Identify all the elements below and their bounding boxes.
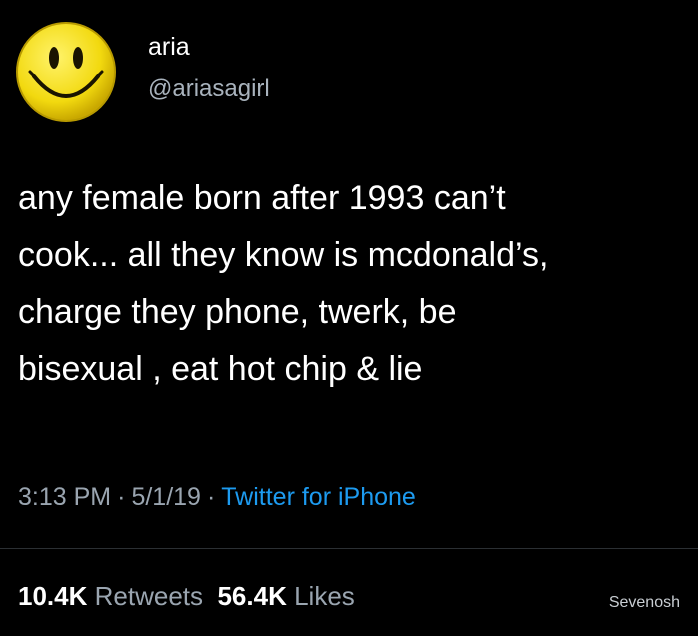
tweet-stats: 10.4K Retweets 56.4K Likes: [18, 578, 355, 614]
tweet-time: 3:13 PM: [18, 483, 112, 511]
tweet-text: any female born after 1993 can’t cook...…: [18, 179, 549, 388]
smiley-face-icon: [16, 22, 116, 122]
retweets-stat[interactable]: 10.4K Retweets: [18, 581, 203, 611]
user-handle[interactable]: @ariasagirl: [148, 74, 270, 104]
divider: [0, 548, 698, 549]
retweets-count: 10.4K: [18, 581, 88, 611]
avatar[interactable]: [14, 20, 118, 124]
tweet-meta: 3:13 PM · 5/1/19 · Twitter for iPhone: [18, 480, 416, 514]
tweet-header: aria @ariasagirl: [14, 20, 654, 124]
likes-label: Likes: [294, 581, 355, 611]
retweets-label: Retweets: [94, 581, 204, 611]
tweet-source-link[interactable]: Twitter for iPhone: [221, 483, 416, 511]
meta-separator: ·: [206, 483, 216, 511]
likes-count: 56.4K: [217, 581, 287, 611]
meta-separator: ·: [117, 483, 126, 511]
likes-stat[interactable]: 56.4K Likes: [217, 581, 354, 611]
watermark: Sevenosh: [608, 594, 680, 611]
user-names: aria @ariasagirl: [148, 32, 270, 104]
tweet-date[interactable]: 5/1/19: [131, 483, 201, 511]
display-name[interactable]: aria: [148, 32, 270, 62]
